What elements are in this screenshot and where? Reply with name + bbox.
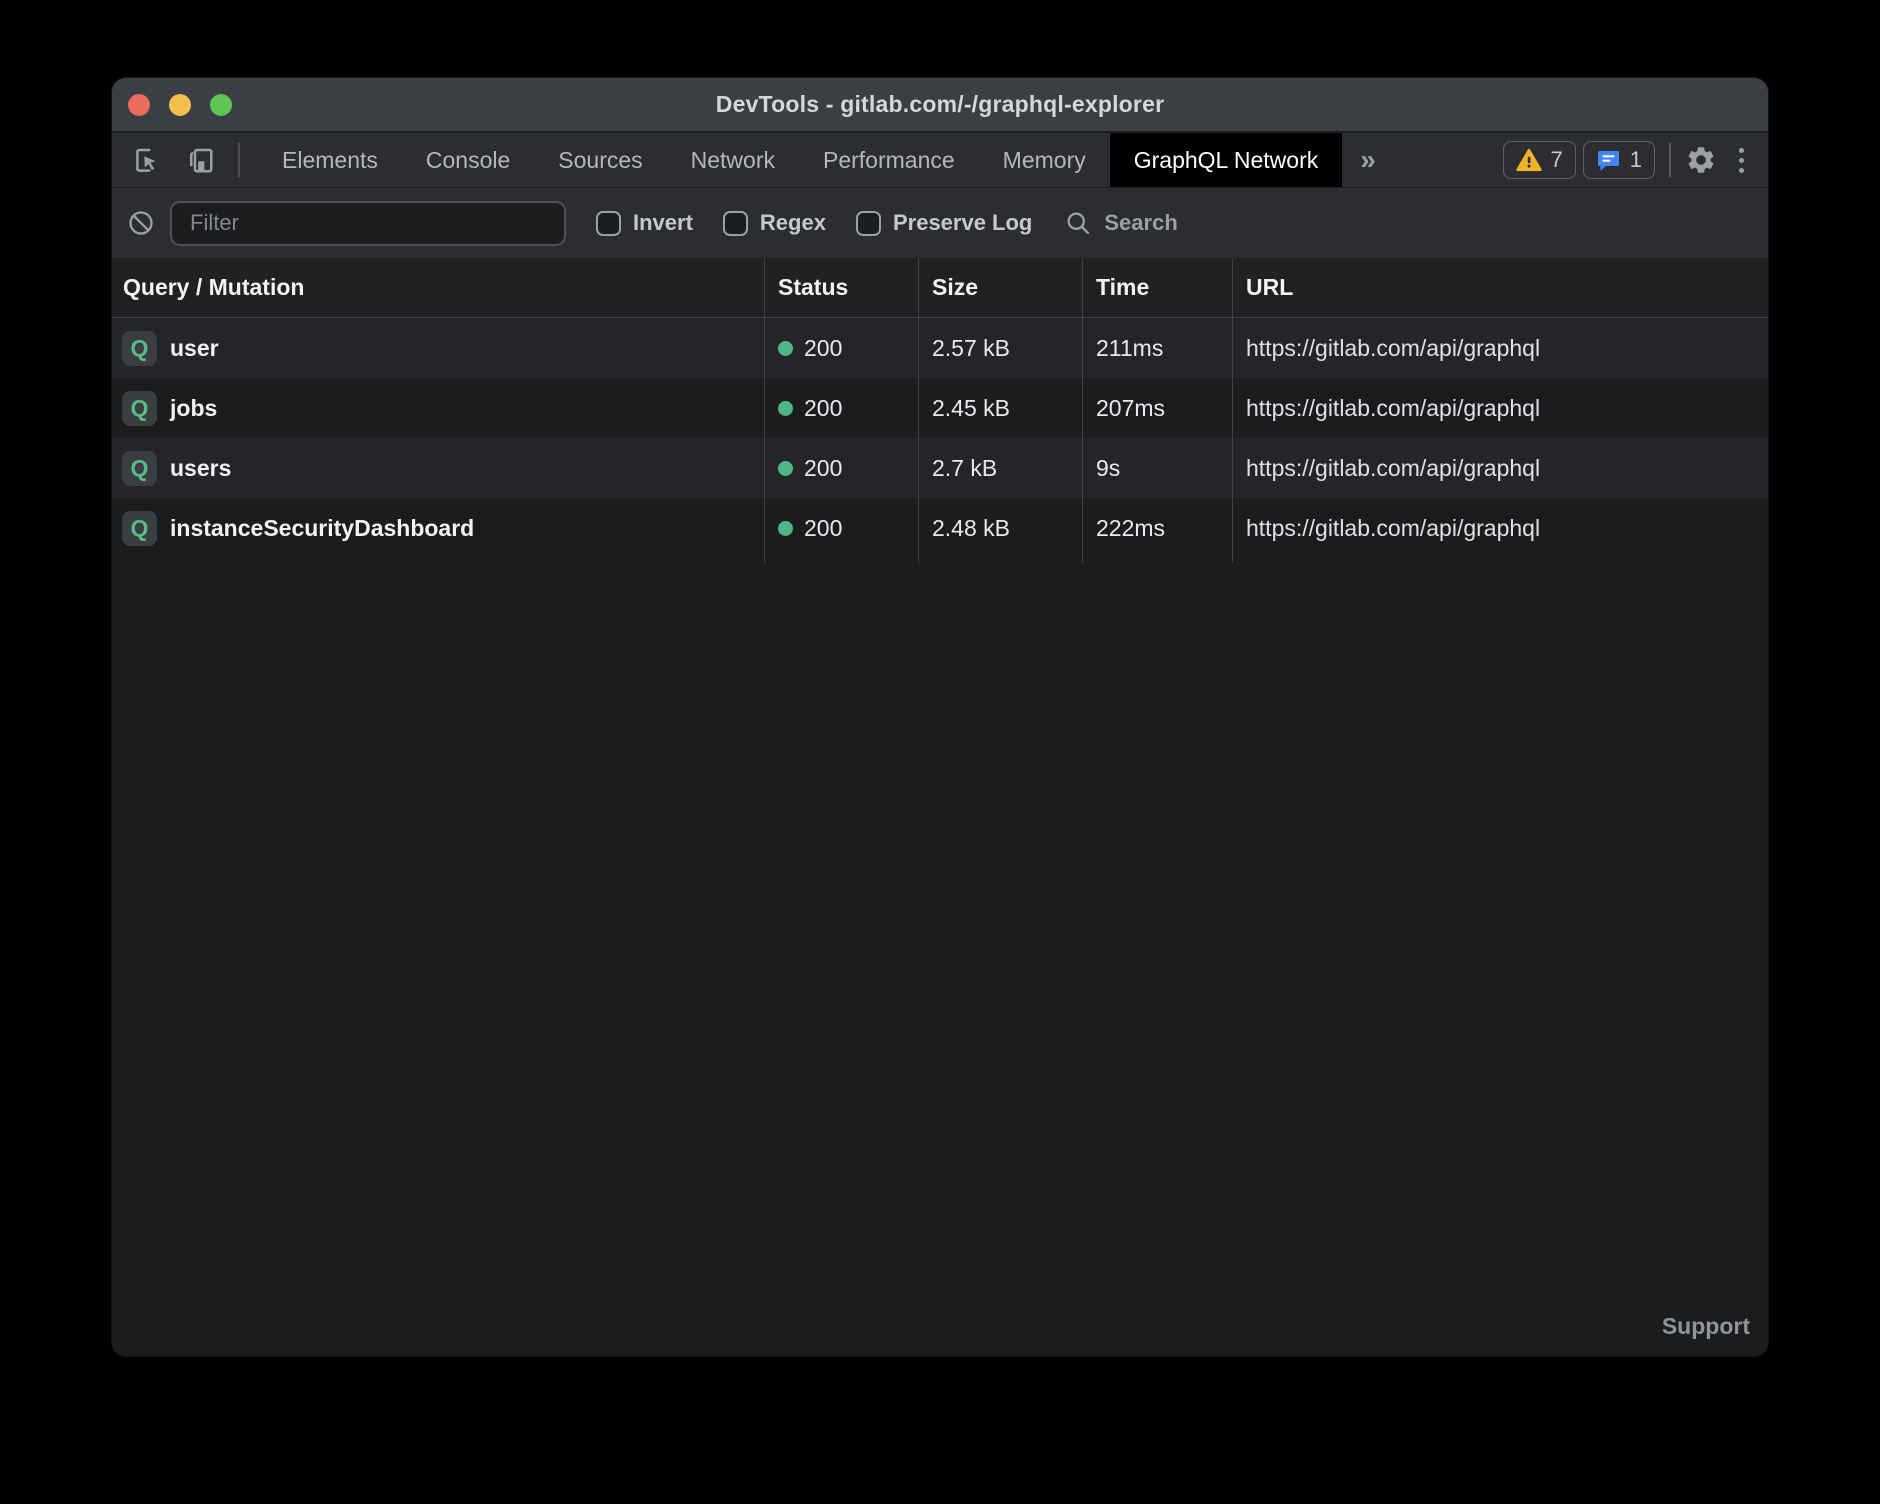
messages-badge[interactable]: 1 — [1583, 141, 1655, 179]
warnings-count: 7 — [1551, 147, 1563, 173]
minimize-window-button[interactable] — [169, 94, 191, 116]
titlebar: DevTools - gitlab.com/-/graphql-explorer — [112, 78, 1768, 133]
time-cell: 211ms — [1082, 318, 1232, 378]
status-dot-icon — [778, 401, 793, 416]
status-code: 200 — [804, 515, 842, 542]
tab-elements[interactable]: Elements — [258, 133, 402, 187]
traffic-lights — [128, 78, 232, 131]
search-icon — [1064, 209, 1092, 237]
size-cell: 2.7 kB — [918, 438, 1082, 498]
close-window-button[interactable] — [128, 94, 150, 116]
status-dot-icon — [778, 341, 793, 356]
inspect-element-icon[interactable] — [130, 140, 166, 180]
toolbar-separator — [1669, 143, 1671, 177]
regex-checkbox-group: Regex — [723, 210, 826, 236]
maximize-window-button[interactable] — [210, 94, 232, 116]
tab-console[interactable]: Console — [402, 133, 534, 187]
url-cell: https://gitlab.com/api/graphql — [1232, 318, 1768, 378]
invert-checkbox[interactable] — [596, 211, 621, 236]
url-cell: https://gitlab.com/api/graphql — [1232, 378, 1768, 438]
preserve-log-checkbox-group: Preserve Log — [856, 210, 1032, 236]
status-dot-icon — [778, 521, 793, 536]
support-link[interactable]: Support — [1662, 1313, 1750, 1340]
time-cell: 9s — [1082, 438, 1232, 498]
table-row[interactable]: Q instanceSecurityDashboard 200 2.48 kB … — [112, 498, 1768, 558]
preserve-log-checkbox[interactable] — [856, 211, 881, 236]
table-header: Query / Mutation Status Size Time URL — [112, 258, 1768, 318]
size-cell: 2.45 kB — [918, 378, 1082, 438]
status-code: 200 — [804, 455, 842, 482]
clear-block-icon[interactable] — [127, 209, 155, 237]
table-row[interactable]: Q users 200 2.7 kB 9s https://gitlab.com… — [112, 438, 1768, 498]
query-name: user — [170, 335, 219, 362]
invert-label: Invert — [633, 210, 693, 236]
tab-memory[interactable]: Memory — [979, 133, 1110, 187]
preserve-log-label: Preserve Log — [893, 210, 1032, 236]
kebab-dot — [1739, 158, 1744, 163]
search-label: Search — [1104, 210, 1177, 236]
devtools-tabbar: Elements Console Sources Network Perform… — [112, 133, 1768, 188]
query-type-badge: Q — [122, 451, 157, 486]
device-toolbar-icon[interactable] — [182, 140, 218, 180]
gear-icon — [1685, 144, 1717, 176]
url-cell: https://gitlab.com/api/graphql — [1232, 498, 1768, 558]
more-tabs-icon[interactable]: » — [1342, 133, 1394, 187]
window-title: DevTools - gitlab.com/-/graphql-explorer — [716, 91, 1164, 118]
tab-network[interactable]: Network — [667, 133, 799, 187]
filter-bar: Invert Regex Preserve Log Search — [112, 188, 1768, 258]
tab-performance[interactable]: Performance — [799, 133, 979, 187]
toolbar-separator — [238, 143, 240, 177]
tab-graphql-network[interactable]: GraphQL Network — [1110, 133, 1343, 187]
more-options-button[interactable] — [1739, 148, 1744, 173]
kebab-dot — [1739, 148, 1744, 153]
query-type-badge: Q — [122, 391, 157, 426]
settings-button[interactable] — [1685, 144, 1717, 176]
regex-checkbox[interactable] — [723, 211, 748, 236]
time-cell: 222ms — [1082, 498, 1232, 558]
size-cell: 2.48 kB — [918, 498, 1082, 558]
query-name: jobs — [170, 395, 217, 422]
status-dot-icon — [778, 461, 793, 476]
search-button[interactable]: Search — [1064, 209, 1177, 237]
panel-tabs: Elements Console Sources Network Perform… — [258, 133, 1342, 187]
kebab-dot — [1739, 168, 1744, 173]
invert-checkbox-group: Invert — [596, 210, 693, 236]
table-row[interactable]: Q user 200 2.57 kB 211ms https://gitlab.… — [112, 318, 1768, 378]
devtools-window: DevTools - gitlab.com/-/graphql-explorer… — [112, 78, 1768, 1356]
table-row[interactable]: Q jobs 200 2.45 kB 207ms https://gitlab.… — [112, 378, 1768, 438]
table-empty-area: Support — [112, 563, 1768, 1356]
column-header-time[interactable]: Time — [1082, 258, 1232, 317]
column-header-query-mutation[interactable]: Query / Mutation — [112, 258, 764, 317]
filter-input[interactable] — [170, 201, 566, 246]
query-name: instanceSecurityDashboard — [170, 515, 474, 542]
query-type-badge: Q — [122, 511, 157, 546]
messages-count: 1 — [1630, 147, 1642, 173]
regex-label: Regex — [760, 210, 826, 236]
issue-badges: 7 1 — [1503, 141, 1656, 179]
warnings-badge[interactable]: 7 — [1503, 141, 1576, 179]
query-name: users — [170, 455, 231, 482]
column-header-status[interactable]: Status — [764, 258, 918, 317]
status-code: 200 — [804, 335, 842, 362]
query-type-badge: Q — [122, 331, 157, 366]
time-cell: 207ms — [1082, 378, 1232, 438]
tab-sources[interactable]: Sources — [534, 133, 666, 187]
url-cell: https://gitlab.com/api/graphql — [1232, 438, 1768, 498]
warning-triangle-icon — [1516, 148, 1542, 172]
size-cell: 2.57 kB — [918, 318, 1082, 378]
column-header-size[interactable]: Size — [918, 258, 1082, 317]
message-bubble-icon — [1596, 148, 1621, 172]
column-header-url[interactable]: URL — [1232, 258, 1768, 317]
status-code: 200 — [804, 395, 842, 422]
